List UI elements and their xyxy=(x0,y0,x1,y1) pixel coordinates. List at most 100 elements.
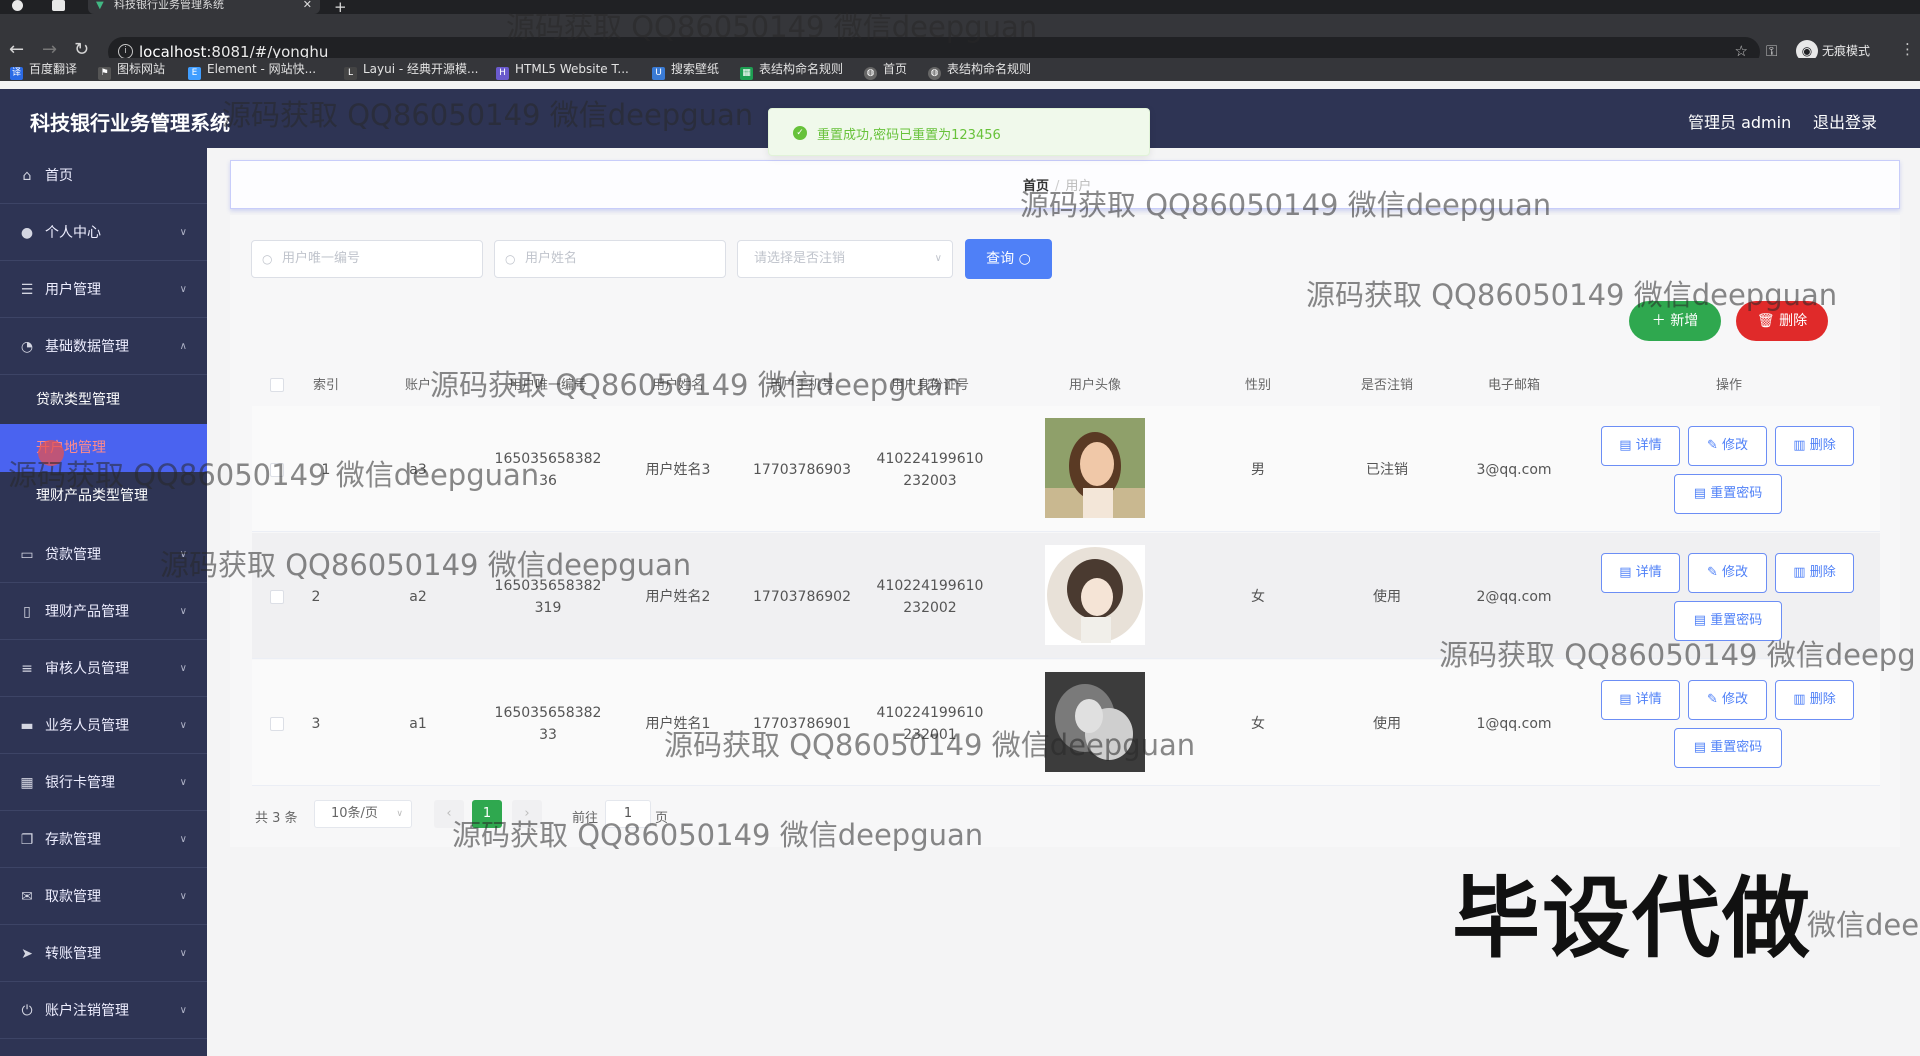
row-checkbox[interactable] xyxy=(270,463,284,477)
sidebar-item-staff[interactable]: ▬ 业务人员管理 ∨ xyxy=(0,698,207,754)
select-all-checkbox[interactable] xyxy=(270,378,284,392)
reload-icon[interactable]: ↻ xyxy=(74,41,89,59)
sidebar-item-withdrawals[interactable]: ✉ 取款管理 ∨ xyxy=(0,869,207,925)
sidebar-item-profile[interactable]: ● 个人中心 ∨ xyxy=(0,205,207,261)
prev-page-button[interactable]: ‹ xyxy=(434,800,464,828)
cell-status: 使用 xyxy=(1373,716,1401,732)
logout-link[interactable]: 退出登录 xyxy=(1813,109,1877,133)
row-checkbox[interactable] xyxy=(270,717,284,731)
close-tab-icon[interactable]: ✕ xyxy=(303,0,312,10)
mail-icon: ✉ xyxy=(21,889,33,905)
avatar xyxy=(1045,672,1145,772)
grid-icon: ▦ xyxy=(20,775,34,791)
sidebar-subitem-branch[interactable]: 开户地管理 xyxy=(0,424,207,472)
batch-delete-button[interactable]: 🗑 删除 xyxy=(1736,301,1828,341)
delete-button[interactable]: ▥ 删除 xyxy=(1775,426,1854,466)
add-button[interactable]: ＋ 新增 xyxy=(1629,301,1721,341)
column-header: 用户头像 xyxy=(1068,378,1121,393)
breadcrumb: 首页 / 用户 xyxy=(1023,175,1091,194)
back-icon[interactable]: ← xyxy=(9,41,24,59)
sidebar-subitem-loan-type[interactable]: 贷款类型管理 xyxy=(0,376,207,424)
promo-watermark: 毕设代做 xyxy=(1452,867,1813,970)
sidebar-item-label: 贷款管理 xyxy=(45,547,101,563)
sidebar-item-home[interactable]: ⌂ 首页 xyxy=(0,148,207,204)
reset-password-button[interactable]: ▤ 重置密码 xyxy=(1674,601,1782,641)
goto-page-input[interactable]: 1 xyxy=(605,800,651,828)
next-page-button[interactable]: › xyxy=(512,800,542,828)
bookmark-item[interactable]: ◍ 表结构命名规则 xyxy=(928,62,1031,80)
search-icon: ○ xyxy=(262,252,273,266)
sidebar-item-auditors[interactable]: ≡ 审核人员管理 ∨ xyxy=(0,641,207,697)
cell-name: 用户姓名1 xyxy=(645,716,711,732)
site-info-icon[interactable]: i xyxy=(118,44,133,59)
bookmark-item[interactable]: ◍ 首页 xyxy=(864,62,907,80)
delete-button[interactable]: ▥ 删除 xyxy=(1775,553,1854,593)
detail-button[interactable]: ▤ 详情 xyxy=(1601,680,1680,720)
status-select[interactable]: 请选择是否注销 ∨ xyxy=(737,240,953,278)
detail-button[interactable]: ▤ 详情 xyxy=(1601,426,1680,466)
document-icon: ▤ xyxy=(1693,740,1707,755)
search-icon: ○ xyxy=(505,252,516,266)
bookmark-item[interactable]: E Element - 网站快... xyxy=(188,62,316,80)
detail-button[interactable]: ▤ 详情 xyxy=(1601,553,1680,593)
reset-password-button[interactable]: ▤ 重置密码 xyxy=(1674,728,1782,768)
sidebar-item-base-data[interactable]: ◔ 基础数据管理 ∧ xyxy=(0,319,207,375)
name-search-input[interactable]: ○ 用户姓名 xyxy=(494,240,726,278)
breadcrumb-card: 首页 / 用户 xyxy=(230,160,1900,209)
sidebar-item-label: 转账管理 xyxy=(45,946,101,962)
avatar-image xyxy=(1045,545,1145,645)
cell-phone: 17703786903 xyxy=(753,462,851,478)
edit-button[interactable]: ✎ 修改 xyxy=(1688,553,1767,593)
bookmark-item[interactable]: U 搜索壁纸 xyxy=(652,62,719,80)
breadcrumb-home[interactable]: 首页 xyxy=(1023,179,1049,194)
sidebar-item-users[interactable]: ☰ 用户管理 ∨ xyxy=(0,262,207,318)
pencil-icon: ✎ xyxy=(1706,565,1718,580)
forward-icon[interactable]: → xyxy=(42,41,57,59)
delete-button[interactable]: ▥ 删除 xyxy=(1775,680,1854,720)
browser-window-icon[interactable] xyxy=(52,0,65,11)
bookmark-item[interactable]: ▦ 表结构命名规则 xyxy=(740,62,843,80)
cell-idcard: 410224199610 232001 xyxy=(876,705,984,743)
sidebar-item-label: 业务人员管理 xyxy=(45,718,129,734)
page-size-select[interactable]: 10条/页 ∨ xyxy=(314,800,412,828)
page-suffix-label: 页 xyxy=(655,811,669,826)
sidebar-subitem-product-type[interactable]: 理财产品类型管理 xyxy=(0,472,207,520)
sidebar-item-transfers[interactable]: ➤ 转账管理 ∨ xyxy=(0,926,207,982)
sidebar-item-label: 个人中心 xyxy=(45,225,101,241)
sidebar-item-loans[interactable]: ▭ 贷款管理 ∨ xyxy=(0,527,207,583)
sidebar-item-closures[interactable]: ⏻ 账户注销管理 ∨ xyxy=(0,983,207,1039)
cell-gender: 女 xyxy=(1251,716,1265,732)
column-header: 用户唯一编号 xyxy=(508,378,587,393)
breadcrumb-separator: / xyxy=(1055,179,1060,194)
chevron-down-icon: ∨ xyxy=(179,663,187,674)
goto-label: 前往 xyxy=(572,811,599,826)
cell-status: 已注销 xyxy=(1366,462,1408,478)
gauge-icon: ◔ xyxy=(20,339,34,355)
card-icon: ▭ xyxy=(20,547,34,563)
bookmark-item[interactable]: ⚑ 图标网站 xyxy=(98,62,165,80)
browser-tab[interactable]: ▼ 科技银行业务管理系统 ✕ xyxy=(88,0,320,14)
trash-icon: ▥ xyxy=(1793,438,1806,453)
row-checkbox[interactable] xyxy=(270,590,284,604)
cell-name: 用户姓名3 xyxy=(645,462,711,478)
more-menu-icon[interactable]: ⋮ xyxy=(1900,40,1915,58)
sidebar-item-wealth[interactable]: ▯ 理财产品管理 ∨ xyxy=(0,584,207,640)
bookmark-item[interactable]: H HTML5 Website T... xyxy=(496,62,629,80)
trash-icon: 🗑 xyxy=(1756,313,1775,329)
edit-button[interactable]: ✎ 修改 xyxy=(1688,426,1767,466)
sidebar-item-label: 基础数据管理 xyxy=(45,339,129,355)
browser-profile-icon[interactable] xyxy=(12,0,23,11)
reset-password-button[interactable]: ▤ 重置密码 xyxy=(1674,474,1782,514)
check-circle-icon: ✓ xyxy=(793,126,807,140)
pencil-icon: ✎ xyxy=(1706,692,1718,707)
sidebar-item-cards[interactable]: ▦ 银行卡管理 ∨ xyxy=(0,755,207,811)
bookmark-item[interactable]: L Layui - 经典开源模... xyxy=(344,62,478,80)
admin-label: 管理员 admin xyxy=(1688,113,1792,132)
bookmark-item[interactable]: 译百度翻译 xyxy=(10,62,77,80)
query-button[interactable]: 查询 ○ xyxy=(965,239,1052,279)
edit-button[interactable]: ✎ 修改 xyxy=(1688,680,1767,720)
sidebar-item-label: 存款管理 xyxy=(45,832,101,848)
sidebar-item-deposits[interactable]: ❐ 存款管理 ∨ xyxy=(0,812,207,868)
uid-search-input[interactable]: ○ 用户唯一编号 xyxy=(251,240,483,278)
page-number-button[interactable]: 1 xyxy=(472,800,502,828)
